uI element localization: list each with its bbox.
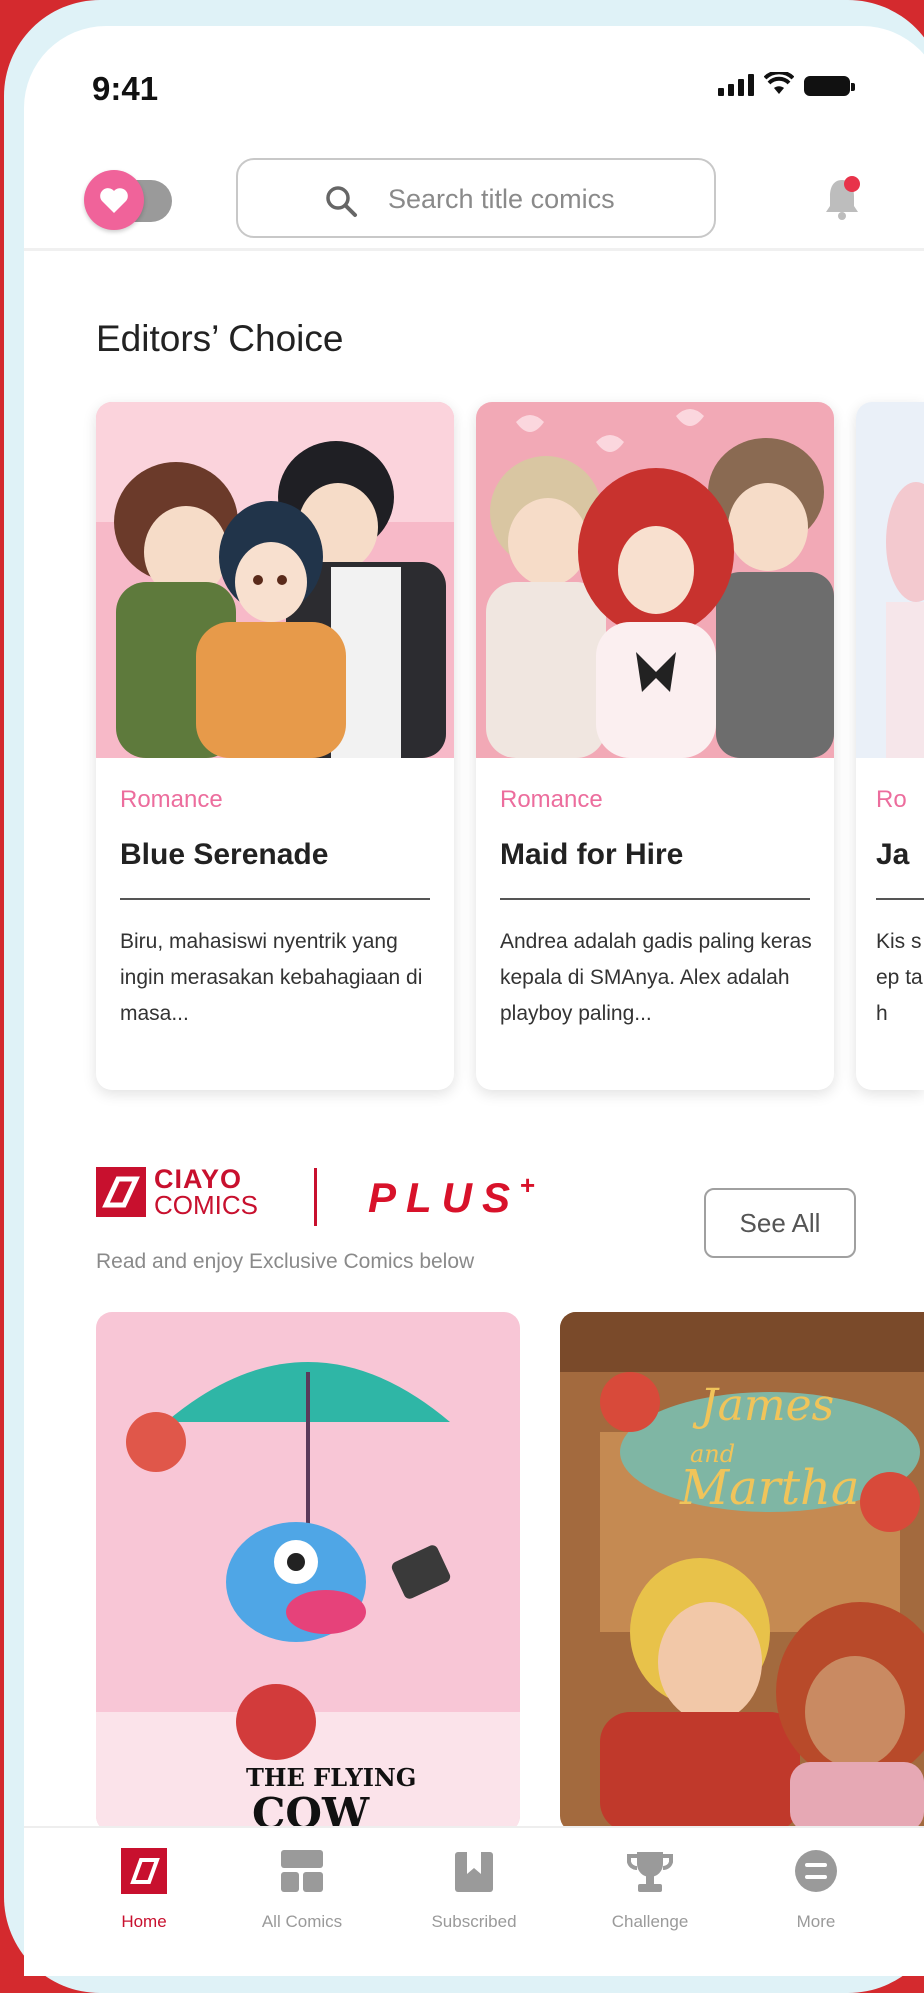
plus-mark: + xyxy=(520,1170,536,1200)
nav-item-all-comics[interactable]: All Comics xyxy=(232,1848,372,1932)
heart-icon xyxy=(84,170,144,230)
plus-subtitle: Read and enjoy Exclusive Comics below xyxy=(96,1250,475,1273)
comic-cover-art: THE FLYING COW xyxy=(96,1312,520,1832)
favorite-toggle[interactable] xyxy=(84,170,176,232)
section-title-editors-choice: Editors’ Choice xyxy=(96,318,344,359)
more-icon xyxy=(793,1848,839,1894)
card-title: Blue Serenade xyxy=(120,838,329,871)
comic-cover-art xyxy=(96,402,454,758)
ciayo-comics-logo: CIAYO COMICS xyxy=(96,1166,258,1218)
status-time: 9:41 xyxy=(92,70,159,107)
nav-label-home: Home xyxy=(121,1912,167,1931)
logo-separator xyxy=(314,1168,317,1226)
nav-item-challenge[interactable]: Challenge xyxy=(580,1848,720,1932)
all-comics-icon xyxy=(279,1848,325,1894)
bottom-navigation: Home All Comics Subscribed Challenge Mor… xyxy=(24,1826,924,1976)
plus-label: PLUS xyxy=(368,1174,521,1221)
plus-comic-flying-cow[interactable]: THE FLYING COW xyxy=(96,1312,520,1832)
cover-title-word-1: James xyxy=(692,1380,834,1431)
card-title: Ja xyxy=(876,838,910,871)
trophy-icon xyxy=(627,1848,673,1894)
ciayo-logo-word-2: COMICS xyxy=(154,1190,258,1220)
ciayo-logo-mark xyxy=(96,1167,146,1217)
card-genre: Romance xyxy=(120,786,223,813)
wifi-icon xyxy=(764,72,794,94)
notification-bell-icon[interactable] xyxy=(820,174,864,222)
nav-item-subscribed[interactable]: Subscribed xyxy=(404,1848,544,1932)
card-description: Kis sep tah xyxy=(876,930,923,1025)
card-description: Biru, mahasiswi nyentrik yang ingin mera… xyxy=(120,930,423,1025)
home-icon xyxy=(121,1848,167,1894)
ciayo-logo-word-1: CIAYO xyxy=(154,1164,243,1194)
nav-label-subscribed: Subscribed xyxy=(431,1912,517,1931)
card-divider xyxy=(500,898,810,900)
cover-title-word-3: Martha xyxy=(679,1460,860,1516)
card-divider xyxy=(876,898,924,900)
signal-icon xyxy=(718,74,754,96)
search-icon xyxy=(326,186,357,217)
see-all-button[interactable]: See All xyxy=(704,1188,856,1258)
nav-item-home[interactable]: Home xyxy=(74,1848,214,1932)
cover-title-line-1: THE FLYING xyxy=(246,1763,416,1792)
nav-label-challenge: Challenge xyxy=(611,1912,689,1931)
header-divider xyxy=(24,248,924,251)
comic-card-blue-serenade[interactable]: Romance Blue Serenade Biru, mahasiswi ny… xyxy=(96,402,454,1090)
comic-cover-art: James and Martha xyxy=(560,1312,924,1832)
card-genre: Romance xyxy=(500,786,603,813)
plus-comic-james-and-martha[interactable]: James and Martha xyxy=(560,1312,924,1832)
card-genre: Ro xyxy=(876,786,907,813)
search-placeholder: Search title comics xyxy=(388,184,615,214)
subscribed-icon xyxy=(451,1848,497,1894)
battery-icon xyxy=(804,76,855,96)
comic-cover-art xyxy=(476,402,834,758)
card-divider xyxy=(120,898,430,900)
card-description: Andrea adalah gadis paling keras kepala … xyxy=(500,930,812,1025)
card-title: Maid for Hire xyxy=(500,838,684,871)
nav-label-all-comics: All Comics xyxy=(261,1912,343,1931)
status-icons xyxy=(718,72,855,96)
nav-item-more[interactable]: More xyxy=(746,1848,886,1932)
comic-cover-art xyxy=(856,402,924,758)
nav-label-more: More xyxy=(796,1912,836,1931)
comic-card-maid-for-hire[interactable]: Romance Maid for Hire Andrea adalah gadi… xyxy=(476,402,834,1090)
comic-card-partial[interactable]: Ro Ja Kis sep tah xyxy=(856,402,924,1090)
search-input[interactable]: Search title comics xyxy=(236,158,716,238)
